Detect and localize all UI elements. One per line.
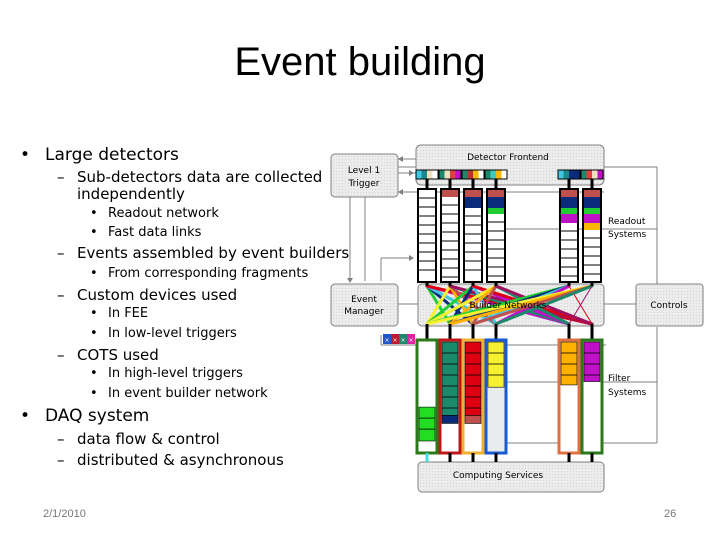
chip-segment [439,170,445,179]
readout-fragment [561,190,577,197]
chip-segment [444,170,450,179]
detector-frontend-label: Detector Frontend [467,153,549,163]
chip-segment [473,170,479,179]
chip-segment [462,170,468,179]
chip-segment [563,170,569,179]
chip-segment [450,170,456,179]
chip-segment [558,170,564,179]
level1-trigger-label: Trigger [347,179,379,189]
readout-fragment [561,197,577,208]
chip-segment [427,170,433,179]
filter-event-fill [487,341,505,388]
arrowhead [409,255,414,261]
event-token-glyph: × [392,337,397,344]
chip-segment [455,170,461,179]
readout-fragment [584,190,600,197]
chip-segment [467,170,473,179]
daq-diagram: Detector Frontend Level 1 Trigger Event … [330,144,704,493]
chip-segment [416,170,422,179]
readout-column [417,188,437,283]
readout-fragment [465,197,481,208]
readout-fragment [561,208,577,214]
event-manager-label: Manager [344,307,384,317]
level1-trigger-label: Level 1 [348,166,380,176]
readout-systems-label: Systems [608,230,647,240]
readout-fragment [442,190,458,197]
readout-fragment [561,214,577,223]
chip-segment [490,170,496,179]
computing-services-label: Computing Services [453,471,544,481]
readout-fragment [488,208,504,214]
readout-fragment [584,208,600,214]
chip-segment [586,170,592,179]
readout-fragment [488,190,504,197]
chip-segment [597,170,603,179]
event-token-glyph: × [400,337,405,344]
chip-segment [496,170,502,179]
controls-label: Controls [650,301,688,311]
chip-segment [432,170,438,179]
readout-fragment [584,197,600,208]
chip-segment [569,170,575,179]
filter-systems-label: Systems [608,388,647,398]
readout-systems-label: Readout [608,217,646,227]
builder-networks-label: Builder Networks [470,301,547,311]
filter-systems-label: Filter [608,374,631,384]
arrowhead [347,278,353,283]
chip-segment [421,170,427,179]
filter-extra-fragment [464,415,482,424]
footer-page-number: 26 [664,508,677,520]
event-manager-tokens: × × × × [383,334,415,344]
readout-fragment [488,197,504,208]
event-token-glyph: × [384,337,389,344]
filter-extra-fragment [441,415,459,424]
chip-segment [485,170,491,179]
readout-fragment [584,223,600,230]
readout-fragment [584,214,600,223]
arrowhead [398,189,403,195]
chip-segment [501,170,507,179]
arrowhead [409,170,414,176]
chip-segment [478,170,484,179]
chip-segment [592,170,598,179]
arrowhead [398,156,403,162]
filter-event-fill [418,406,436,442]
event-manager-label: Event [351,295,377,305]
chip-segment [574,170,580,179]
event-token-glyph: × [408,337,413,344]
event-manager-box[interactable] [330,283,399,327]
readout-columns [417,188,602,286]
filter-event-fill [560,341,578,386]
readout-fragment [465,190,481,197]
chip-segment [581,170,587,179]
footer-date: 2/1/2010 [43,508,86,520]
filter-event-fill [583,341,601,382]
